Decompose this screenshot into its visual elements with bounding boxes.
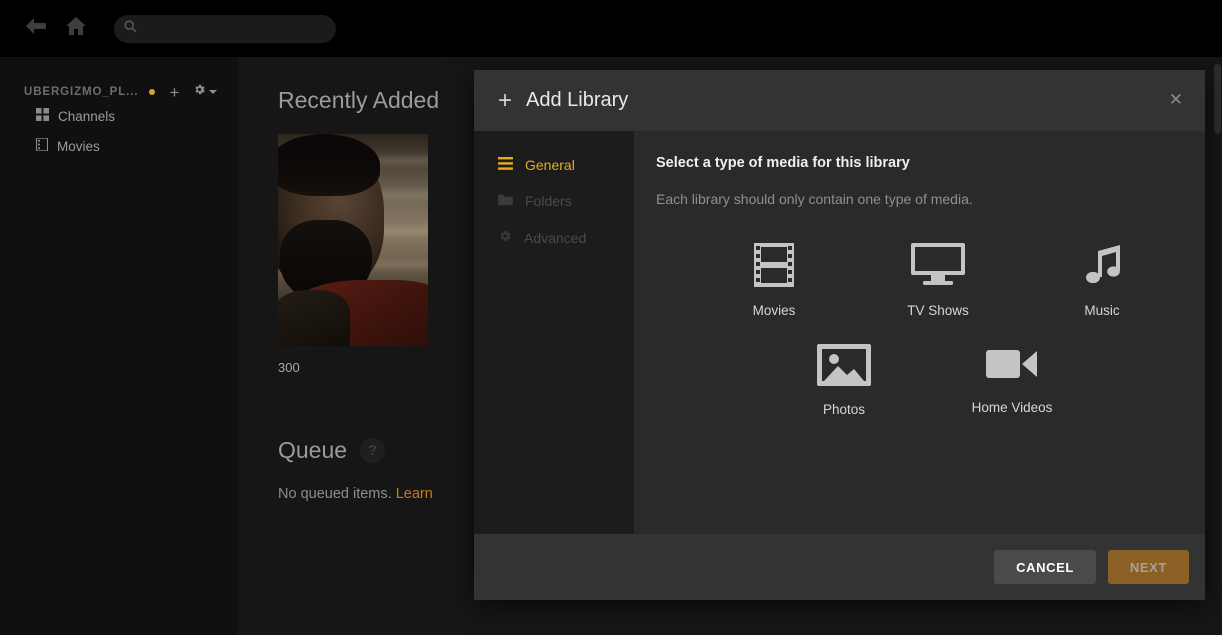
home-icon xyxy=(65,16,87,41)
media-type-tv-shows[interactable]: TV Shows xyxy=(890,243,986,318)
learn-more-link[interactable]: Learn xyxy=(396,486,433,502)
video-camera-icon xyxy=(986,344,1038,387)
tab-label: Folders xyxy=(525,193,572,209)
sidebar-item-movies[interactable]: Movies xyxy=(0,131,238,161)
add-library-dialog: + Add Library ✕ General Folders Advanced… xyxy=(474,70,1205,600)
movie-poster-thumbnail[interactable] xyxy=(278,134,428,346)
media-type-music[interactable]: Music xyxy=(1054,243,1150,318)
media-type-label: TV Shows xyxy=(907,303,969,318)
photo-icon xyxy=(817,344,871,389)
sidebar-item-channels[interactable]: Channels xyxy=(0,101,238,131)
search-box[interactable] xyxy=(114,14,336,43)
film-icon xyxy=(35,137,49,154)
media-type-label: Photos xyxy=(822,402,866,417)
page-scrollbar[interactable] xyxy=(1214,64,1221,134)
search-input[interactable] xyxy=(144,21,314,36)
media-type-photos[interactable]: Photos xyxy=(796,344,892,417)
music-note-icon xyxy=(1080,243,1124,290)
grid-icon xyxy=(36,108,49,124)
plus-icon: + xyxy=(498,86,513,114)
left-sidebar: UBERGIZMO_PL... + Channels Movies xyxy=(0,57,238,635)
gear-icon xyxy=(193,83,206,101)
hamburger-icon xyxy=(498,157,513,173)
tab-label: Advanced xyxy=(524,229,587,246)
dialog-nav: General Folders Advanced xyxy=(474,131,634,534)
tab-advanced[interactable]: Advanced xyxy=(474,219,634,256)
cancel-button[interactable]: CANCEL xyxy=(994,550,1096,584)
dialog-footer: CANCEL NEXT xyxy=(474,534,1205,600)
back-button[interactable] xyxy=(16,9,56,49)
tab-folders[interactable]: Folders xyxy=(474,183,634,219)
question-mark-icon[interactable]: ? xyxy=(360,438,386,463)
server-settings-button[interactable] xyxy=(193,83,218,101)
gear-icon xyxy=(498,229,512,246)
server-name: UBERGIZMO_PL... xyxy=(24,86,139,98)
tv-monitor-icon xyxy=(911,243,965,290)
server-header: UBERGIZMO_PL... + xyxy=(0,57,238,101)
search-icon xyxy=(124,19,137,38)
next-button[interactable]: NEXT xyxy=(1107,550,1189,584)
sidebar-item-label: Channels xyxy=(58,108,116,124)
media-type-subheading: Each library should only contain one typ… xyxy=(656,191,973,207)
close-icon[interactable]: ✕ xyxy=(1169,91,1183,108)
media-type-grid: Movies TV Shows Music Photos Home Videos xyxy=(656,243,1156,417)
sidebar-item-label: Movies xyxy=(57,138,100,154)
home-button[interactable] xyxy=(56,9,96,49)
media-type-label: Home Videos xyxy=(971,400,1053,415)
server-status-dot xyxy=(149,89,156,95)
media-type-home-videos[interactable]: Home Videos xyxy=(964,344,1060,417)
media-type-movies[interactable]: Movies xyxy=(726,243,822,318)
dialog-main-panel: Select a type of media for this library … xyxy=(634,131,1205,534)
media-type-label: Movies xyxy=(752,303,796,318)
film-strip-icon xyxy=(754,243,794,290)
top-navigation-bar xyxy=(0,0,1222,57)
tab-general[interactable]: General xyxy=(474,147,634,183)
queue-title: Queue xyxy=(278,437,348,463)
media-type-heading: Select a type of media for this library xyxy=(656,155,910,171)
dialog-title: Add Library xyxy=(526,89,629,111)
media-type-label: Music xyxy=(1084,303,1120,318)
dialog-header: + Add Library ✕ xyxy=(474,70,1205,131)
chevron-down-icon xyxy=(209,90,218,94)
plex-app-window: UBERGIZMO_PL... + Channels Movies Recent… xyxy=(0,0,1222,635)
queue-empty-text: No queued items. xyxy=(278,486,396,502)
dialog-body: General Folders Advanced Select a type o… xyxy=(474,131,1205,534)
add-server-button[interactable]: + xyxy=(169,84,179,101)
tab-label: General xyxy=(525,157,575,173)
folder-icon xyxy=(498,193,513,209)
arrow-left-icon xyxy=(25,17,47,40)
